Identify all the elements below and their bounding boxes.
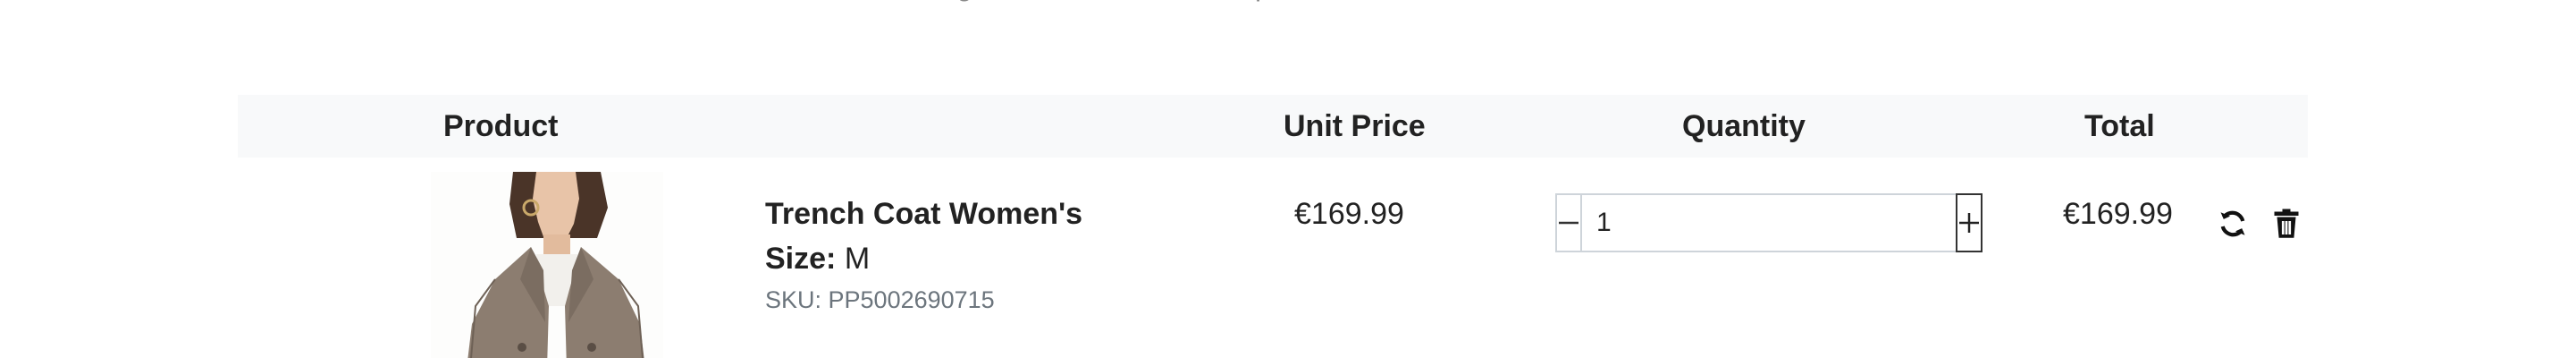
product-sku: SKU: PP5002690715 — [765, 286, 995, 313]
cart-table: Product Unit Price Quantity Total Trench… — [238, 95, 2308, 358]
quantity-input[interactable] — [1582, 193, 1956, 252]
size-label: Size: — [765, 242, 837, 276]
increase-quantity-button[interactable] — [1956, 193, 1983, 252]
decrease-quantity-button[interactable] — [1555, 193, 1582, 252]
nav-item-more[interactable]: More — [1858, 0, 1924, 14]
header-total: Total — [2084, 109, 2155, 143]
nav-item-contact[interactable]: Contact — [1697, 0, 1796, 14]
quantity-stepper — [1555, 193, 1983, 252]
cart-row: Trench Coat Women's Size: M SKU: PP50026… — [238, 158, 2308, 358]
refresh-icon[interactable] — [2217, 208, 2249, 240]
product-name[interactable]: Trench Coat Women's — [765, 197, 1082, 232]
nav-item-testimonials[interactable]: Testimonials — [1477, 0, 1635, 14]
trench-coat-photo — [431, 172, 663, 358]
header-unit-price: Unit Price — [1284, 109, 1426, 143]
header-quantity: Quantity — [1682, 109, 1806, 143]
top-nav: All Products Clothing Homeware Special O… — [0, 0, 2576, 14]
product-size: Size: M — [765, 242, 870, 277]
trash-icon[interactable] — [2270, 208, 2302, 240]
line-total: €169.99 — [2063, 197, 2173, 231]
product-image[interactable] — [431, 172, 663, 358]
nav-item-special-offers[interactable]: Special Offers — [1236, 0, 1415, 14]
header-product: Product — [443, 109, 559, 143]
size-value: M — [844, 242, 871, 276]
nav-item-clothing[interactable]: Clothing — [867, 0, 972, 14]
unit-price: €169.99 — [1294, 197, 1404, 231]
cart-page: All Products Clothing Homeware Special O… — [0, 0, 2576, 358]
minus-icon — [1559, 221, 1578, 225]
plus-icon — [1959, 213, 1979, 233]
cart-table-header: Product Unit Price Quantity Total — [238, 95, 2308, 158]
nav-item-homeware[interactable]: Homeware — [1035, 0, 1174, 14]
nav-item-all-products[interactable]: All Products — [652, 0, 805, 14]
